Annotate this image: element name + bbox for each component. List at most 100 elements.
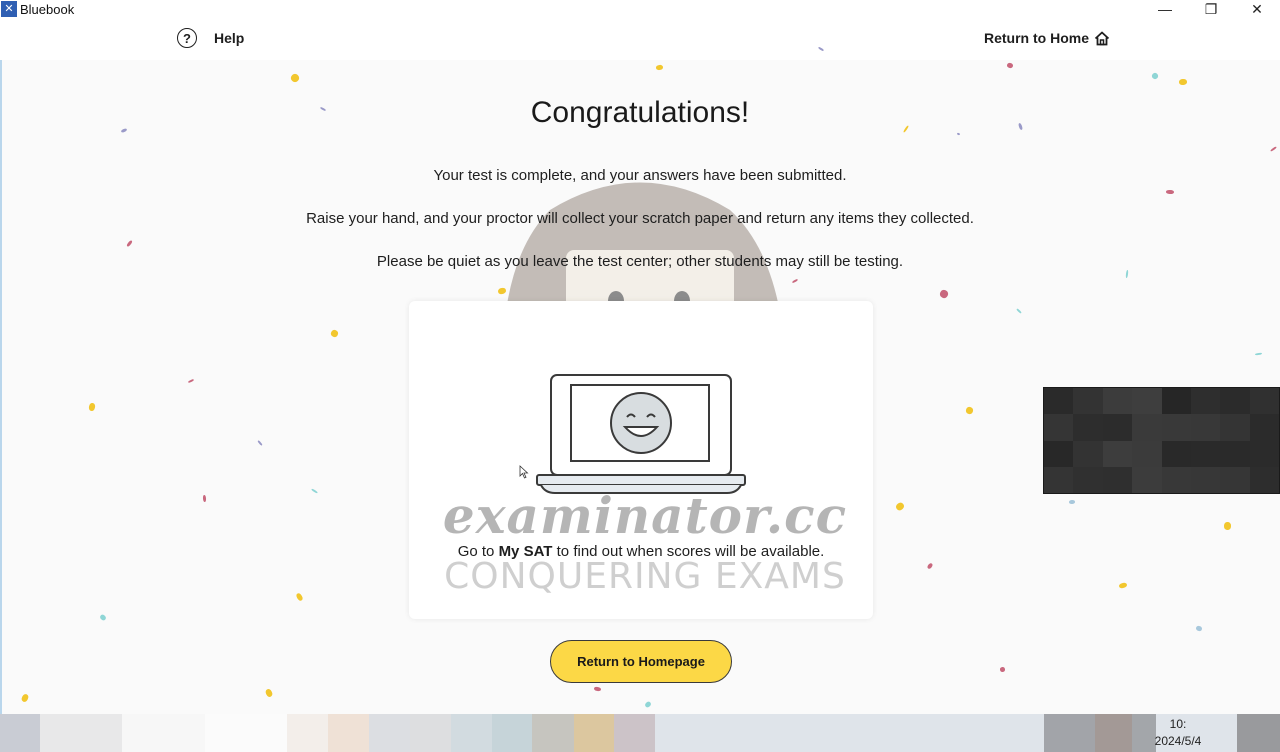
redacted-pixel (1102, 440, 1133, 467)
confetti-piece (497, 287, 507, 295)
help-icon: ? (177, 28, 197, 48)
window-controls: — ❐ ✕ (1142, 0, 1280, 18)
confetti-piece (99, 613, 107, 622)
home-icon (1094, 31, 1110, 45)
redacted-pixel (1044, 388, 1074, 415)
redacted-pixel (1161, 414, 1191, 441)
redacted-pixel (1161, 466, 1191, 493)
confetti-piece (311, 488, 318, 494)
confetti-piece (791, 278, 799, 284)
taskbar-tile[interactable] (204, 714, 288, 752)
redacted-pixel (1073, 440, 1103, 467)
mouse-cursor-icon (519, 465, 529, 479)
bluebook-logo-icon: ✕ (1, 1, 17, 17)
confetti-piece (1254, 352, 1263, 356)
taskbar-tile[interactable] (532, 714, 574, 752)
confetti-piece (1165, 189, 1175, 195)
redacted-pixel (1220, 414, 1250, 441)
taskbar-clock[interactable]: 10: 2024/5/4 (1138, 716, 1218, 750)
taskbar-tile[interactable] (287, 714, 328, 752)
card-text-prefix: Go to (457, 543, 499, 560)
confetti-piece (1223, 521, 1232, 531)
redacted-pixel (1132, 388, 1162, 415)
confetti-piece (202, 494, 207, 503)
redacted-pixel (1132, 466, 1162, 493)
redacted-pixel (1220, 440, 1250, 467)
confetti-piece (187, 378, 195, 384)
taskbar-tile[interactable] (327, 714, 369, 752)
confetti-piece (329, 328, 340, 339)
quiet-message: Please be quiet as you leave the test ce… (376, 253, 904, 270)
redacted-pixel (1249, 466, 1279, 493)
close-window-button[interactable]: ✕ (1234, 0, 1280, 18)
confetti-piece (999, 666, 1006, 673)
taskbar-tile[interactable] (1095, 714, 1133, 752)
confetti-piece (1016, 308, 1022, 314)
redacted-pixel (1161, 440, 1191, 467)
laptop-smiley-illustration (536, 374, 746, 494)
minimize-button[interactable]: — (1142, 0, 1188, 18)
taskbar-tile[interactable] (573, 714, 614, 752)
taskbar-tile[interactable] (122, 714, 205, 752)
confetti-piece (644, 700, 652, 709)
confetti-piece (88, 402, 96, 412)
redacted-pixel (1044, 466, 1074, 493)
redacted-pixel (1220, 388, 1250, 415)
clock-time: 10: (1169, 717, 1187, 731)
taskbar-tile[interactable] (0, 714, 41, 752)
taskbar-tile[interactable] (1236, 714, 1280, 752)
window-titlebar: ✕ Bluebook — ❐ ✕ (0, 0, 1280, 18)
redacted-pixel (1190, 388, 1221, 415)
taskbar-tile[interactable] (491, 714, 533, 752)
confetti-piece (295, 592, 304, 602)
confetti-piece (1068, 499, 1076, 505)
redacted-pixel (1190, 440, 1221, 467)
redacted-pixel (1102, 414, 1133, 441)
redacted-pixel (1044, 440, 1074, 467)
redacted-pixel (1190, 414, 1221, 441)
confetti-piece (1125, 269, 1129, 279)
redacted-pixel (1249, 440, 1279, 467)
taskbar-tile[interactable] (1043, 714, 1096, 752)
redacted-pixel (1132, 440, 1162, 467)
redacted-pixel (1220, 466, 1250, 493)
confetti-piece (289, 72, 301, 84)
card-text-suffix: to find out when scores will be availabl… (552, 543, 825, 560)
clock-date: 2024/5/4 (1154, 734, 1202, 748)
redacted-pixel (1161, 388, 1191, 415)
redacted-pixel (1073, 388, 1103, 415)
confetti-piece (926, 562, 934, 570)
confetti-piece (965, 406, 974, 415)
minimize-icon: — (1158, 1, 1172, 17)
confetti-piece (1118, 582, 1128, 589)
help-button[interactable]: ? Help (177, 28, 244, 48)
taskbar-tile[interactable] (613, 714, 656, 752)
taskbar-tile[interactable] (410, 714, 451, 752)
return-to-home-link[interactable]: Return to Home (984, 30, 1110, 46)
redacted-overlay (1043, 387, 1280, 494)
confetti-piece (126, 239, 133, 248)
taskbar-tile[interactable] (450, 714, 492, 752)
confetti-piece (894, 501, 906, 512)
confetti-piece (655, 64, 664, 71)
return-to-homepage-button[interactable]: Return to Homepage (550, 640, 732, 683)
confetti-piece (1178, 78, 1188, 86)
redacted-pixel (1073, 466, 1103, 493)
taskbar-tile[interactable] (368, 714, 411, 752)
maximize-button[interactable]: ❐ (1188, 0, 1234, 18)
redacted-pixel (1102, 466, 1133, 493)
confetti-piece (1150, 71, 1160, 81)
taskbar-tile[interactable] (655, 714, 1044, 752)
page-title: Congratulations! (530, 96, 750, 129)
redacted-pixel (1073, 414, 1103, 441)
score-info-card: Go to My SAT to find out when scores wil… (409, 301, 873, 619)
confetti-piece (956, 132, 961, 136)
taskbar-tile[interactable] (40, 714, 122, 752)
help-label: Help (214, 30, 245, 46)
taskbar (0, 714, 1280, 752)
my-sat-link-text[interactable]: My SAT (499, 543, 553, 560)
redacted-pixel (1044, 414, 1074, 441)
redacted-pixel (1102, 388, 1133, 415)
restore-icon: ❐ (1204, 0, 1218, 17)
confetti-piece (938, 288, 950, 300)
